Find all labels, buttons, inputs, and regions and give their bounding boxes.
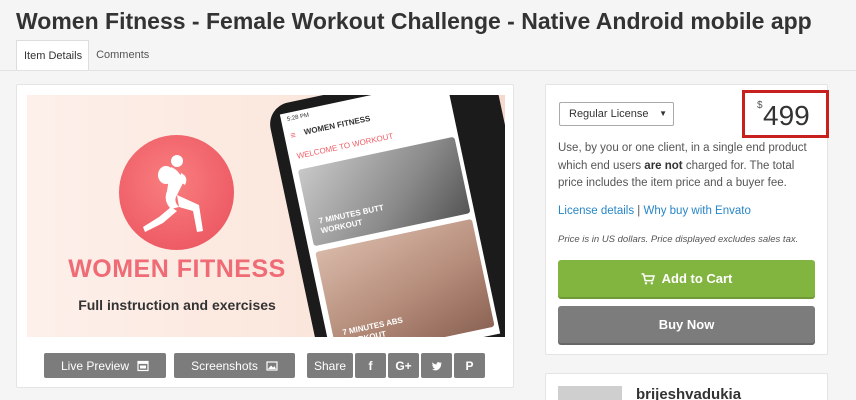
share-label: Share xyxy=(313,358,347,373)
avatar[interactable] xyxy=(558,386,622,400)
screenshots-button[interactable]: Screenshots xyxy=(174,353,295,378)
phone-mockup: 5:28 PM ≡ WOMEN FITNESS WELCOME TO WORKO… xyxy=(266,95,505,337)
live-preview-label: Live Preview xyxy=(60,358,130,373)
license-select[interactable]: Regular License ▼ xyxy=(559,102,674,126)
add-to-cart-button[interactable]: Add to Cart xyxy=(558,260,815,297)
author-name[interactable]: brijeshvadukia xyxy=(636,386,741,400)
fitness-logo xyxy=(119,135,234,250)
window-icon xyxy=(137,360,149,371)
purchase-panel: Regular License ▼ $ 499 Use, by you or o… xyxy=(545,84,829,355)
share-button[interactable]: Share xyxy=(307,353,353,378)
add-to-cart-label: Add to Cart xyxy=(661,271,733,286)
tab-bar: Item Details Comments xyxy=(16,40,155,71)
preview-banner[interactable]: WOMEN FITNESS Full instruction and exerc… xyxy=(27,95,505,337)
license-details-link[interactable]: License details xyxy=(558,205,634,217)
tab-comments[interactable]: Comments xyxy=(89,40,155,71)
phone-screen: 5:28 PM ≡ WOMEN FITNESS WELCOME TO WORKO… xyxy=(279,95,501,337)
twitter-bird-icon xyxy=(431,361,442,370)
twitter-icon[interactable] xyxy=(421,353,452,378)
tab-divider xyxy=(0,70,856,71)
welcome-highlight: WORKOUT xyxy=(351,131,395,149)
phone-app-title: WOMEN FITNESS xyxy=(303,113,372,137)
pinterest-icon[interactable]: P xyxy=(454,353,485,378)
page-title: Women Fitness - Female Workout Challenge… xyxy=(16,8,812,34)
facebook-icon[interactable]: f xyxy=(355,353,386,378)
item-preview-panel: WOMEN FITNESS Full instruction and exerc… xyxy=(16,84,514,388)
license-description: Use, by you or one client, in a single e… xyxy=(558,140,818,193)
image-icon xyxy=(266,360,278,371)
welcome-prefix: WELCOME TO xyxy=(296,140,354,161)
workout-card-label: 7 MINUTES ABS WORKOUT xyxy=(341,315,404,337)
description-bold: are not xyxy=(644,159,683,172)
workout-card-label: 7 MINUTES BUTT WORKOUT xyxy=(317,203,385,236)
brand-name: WOMEN FITNESS xyxy=(68,255,286,283)
google-plus-icon[interactable]: G+ xyxy=(388,353,419,378)
price-amount: 499 xyxy=(763,100,810,131)
license-links: License details | Why buy with Envato xyxy=(558,205,751,217)
currency-symbol: $ xyxy=(757,100,763,111)
caret-down-icon: ▼ xyxy=(659,109,667,118)
brand-tagline: Full instruction and exercises xyxy=(78,297,276,313)
phone-status-time: 5:28 PM xyxy=(286,112,310,124)
author-panel: brijeshvadukia xyxy=(545,373,828,400)
hamburger-icon: ≡ xyxy=(289,129,297,141)
price-display: $ 499 xyxy=(742,90,829,138)
why-buy-envato-link[interactable]: Why buy with Envato xyxy=(643,205,750,217)
price-note: Price is in US dollars. Price displayed … xyxy=(558,234,799,245)
cart-icon xyxy=(641,272,655,284)
tab-item-details[interactable]: Item Details xyxy=(16,40,90,71)
license-select-value: Regular License xyxy=(569,108,649,120)
screenshots-label: Screenshots xyxy=(191,358,258,373)
live-preview-button[interactable]: Live Preview xyxy=(44,353,166,378)
woman-lifting-icon xyxy=(143,155,203,232)
buy-now-button[interactable]: Buy Now xyxy=(558,306,815,343)
